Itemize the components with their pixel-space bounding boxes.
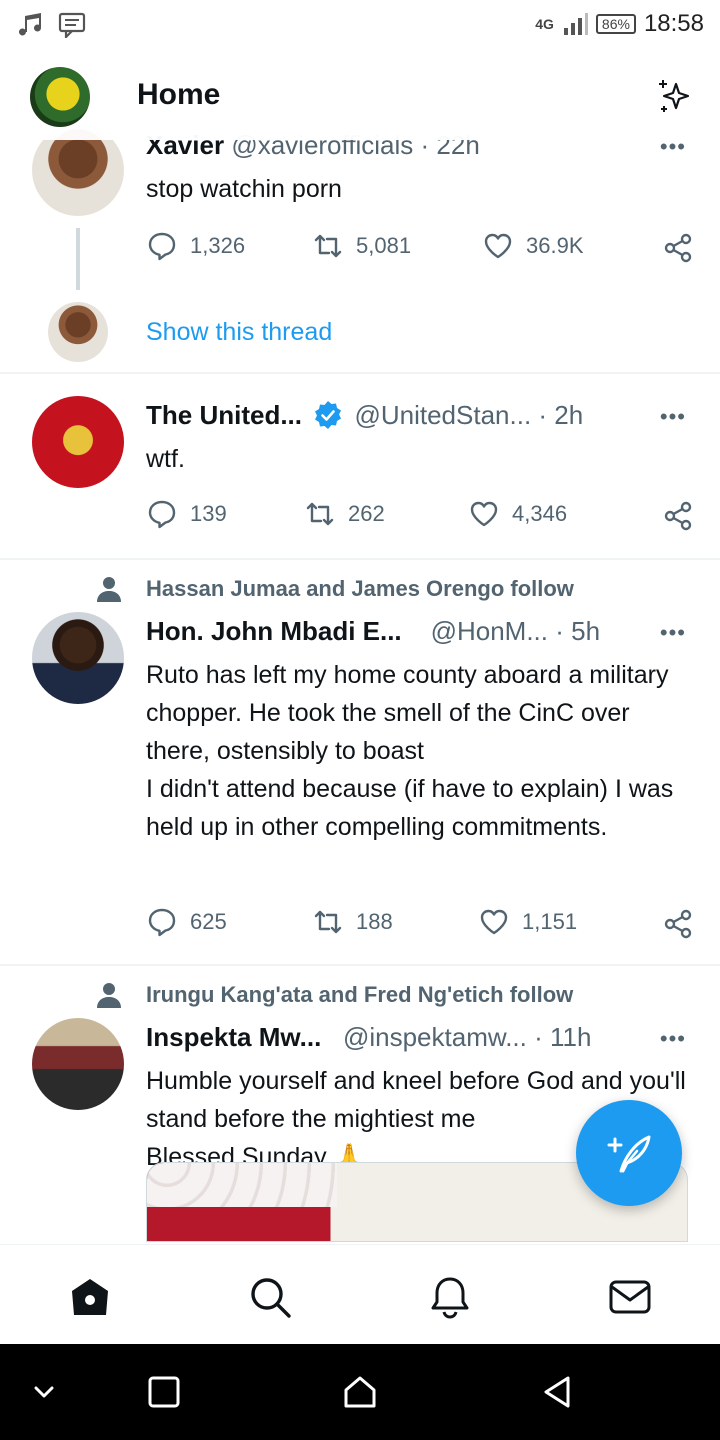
reply-count: 625 xyxy=(190,909,227,934)
avatar[interactable] xyxy=(32,1018,124,1110)
status-bar: 4G 86% 18:58 xyxy=(0,0,720,56)
author-handle: @inspektamw... xyxy=(342,1022,527,1052)
thread-line xyxy=(76,228,80,290)
divider xyxy=(0,372,720,374)
person-icon xyxy=(97,983,121,1008)
heart-icon xyxy=(470,501,498,527)
verified-badge-icon xyxy=(315,401,342,429)
tweet-header: Hon. John Mbadi E... @HonM... · 5h xyxy=(146,616,600,647)
more-options-icon[interactable]: ••• xyxy=(660,404,686,430)
heart-icon xyxy=(484,233,512,259)
author-handle: @UnitedStan... xyxy=(354,400,532,430)
signal-icon xyxy=(563,13,588,35)
share-icon[interactable] xyxy=(662,908,694,940)
more-options-icon[interactable]: ••• xyxy=(660,1026,686,1052)
like-count: 1,151 xyxy=(522,909,578,934)
tweet-text: wtf. xyxy=(146,445,185,473)
tweet-time: · 2h xyxy=(538,400,584,430)
compose-feather-icon xyxy=(607,1135,651,1173)
author-handle: @HonM... xyxy=(430,616,548,646)
battery-indicator: 86% xyxy=(595,14,636,34)
retweet-icon xyxy=(314,910,342,934)
reply-icon xyxy=(148,232,176,261)
clock: 18:58 xyxy=(643,10,704,37)
tweet-header: The United... @UnitedStan... · 2h xyxy=(146,400,583,431)
share-icon[interactable] xyxy=(662,232,694,264)
retweet-icon xyxy=(314,234,342,258)
recents-icon[interactable] xyxy=(146,1374,182,1410)
show-thread-link[interactable]: Show this thread xyxy=(146,318,332,347)
tweet-text: stop watchin porn xyxy=(146,175,342,203)
tweet-actions: 139 262 4,346 xyxy=(146,498,694,538)
author-name[interactable]: The United... xyxy=(146,400,302,430)
reply-count: 139 xyxy=(190,501,227,526)
like-count: 4,346 xyxy=(512,501,568,526)
retweet-button[interactable]: 262 xyxy=(304,498,385,530)
avatar[interactable] xyxy=(32,612,124,704)
thread-avatar[interactable] xyxy=(48,302,108,362)
home-icon[interactable] xyxy=(68,1275,112,1319)
bottom-navigation xyxy=(0,1244,720,1344)
more-options-icon[interactable]: ••• xyxy=(660,620,686,646)
social-context[interactable]: Hassan Jumaa and James Orengo follow xyxy=(146,576,574,602)
message-icon xyxy=(58,12,86,38)
like-button[interactable]: 36.9K xyxy=(482,230,584,262)
tweet-header: Inspekta Mw... @inspektamw... · 11h xyxy=(146,1022,591,1053)
heart-icon xyxy=(480,909,508,935)
retweet-count: 5,081 xyxy=(356,233,412,258)
divider xyxy=(0,964,720,966)
avatar[interactable] xyxy=(32,396,124,488)
divider xyxy=(0,558,720,560)
like-button[interactable]: 1,151 xyxy=(478,906,577,938)
compose-button[interactable] xyxy=(576,1100,682,1206)
reply-count: 1,326 xyxy=(190,233,246,258)
retweet-button[interactable]: 5,081 xyxy=(312,230,411,262)
reply-icon xyxy=(148,500,176,529)
music-note-icon xyxy=(19,13,41,36)
retweet-count: 188 xyxy=(356,909,393,934)
retweet-icon xyxy=(306,502,334,526)
person-icon xyxy=(97,577,121,602)
author-name[interactable]: Hon. John Mbadi E... xyxy=(146,616,402,646)
sparkle-icon[interactable] xyxy=(654,76,694,116)
mail-icon[interactable] xyxy=(608,1275,652,1319)
like-button[interactable]: 4,346 xyxy=(468,498,567,530)
timeline[interactable]: Xavier @xavierofficials · 22h ••• stop w… xyxy=(0,120,720,1244)
tweet-actions: 625 188 1,151 xyxy=(146,906,694,946)
reply-button[interactable]: 1,326 xyxy=(146,230,245,262)
like-count: 36.9K xyxy=(526,233,584,258)
retweet-count: 262 xyxy=(348,501,385,526)
page-title: Home xyxy=(137,78,221,111)
home-button-icon[interactable] xyxy=(342,1374,378,1410)
app-header: Home xyxy=(0,56,720,140)
share-icon[interactable] xyxy=(662,500,694,532)
back-icon[interactable] xyxy=(540,1374,576,1410)
retweet-button[interactable]: 188 xyxy=(312,906,393,938)
search-icon[interactable] xyxy=(248,1275,292,1319)
tweet-time: · 11h xyxy=(534,1022,592,1052)
reply-icon xyxy=(148,908,176,937)
tweet-actions: 1,326 5,081 36.9K xyxy=(146,230,694,270)
social-context[interactable]: Irungu Kang'ata and Fred Ng'etich follow xyxy=(146,982,573,1008)
tweet-time: · 5h xyxy=(555,616,601,646)
reply-button[interactable]: 625 xyxy=(146,906,227,938)
chevron-down-icon[interactable] xyxy=(26,1374,62,1410)
bell-icon[interactable] xyxy=(428,1275,472,1319)
network-type: 4G xyxy=(535,16,554,32)
system-navigation-bar xyxy=(0,1344,720,1440)
media-drape xyxy=(147,1163,337,1207)
reply-button[interactable]: 139 xyxy=(146,498,227,530)
profile-avatar[interactable] xyxy=(30,67,90,127)
tweet-text: Ruto has left my home county aboard a mi… xyxy=(146,661,674,841)
author-name[interactable]: Inspekta Mw... xyxy=(146,1022,321,1052)
